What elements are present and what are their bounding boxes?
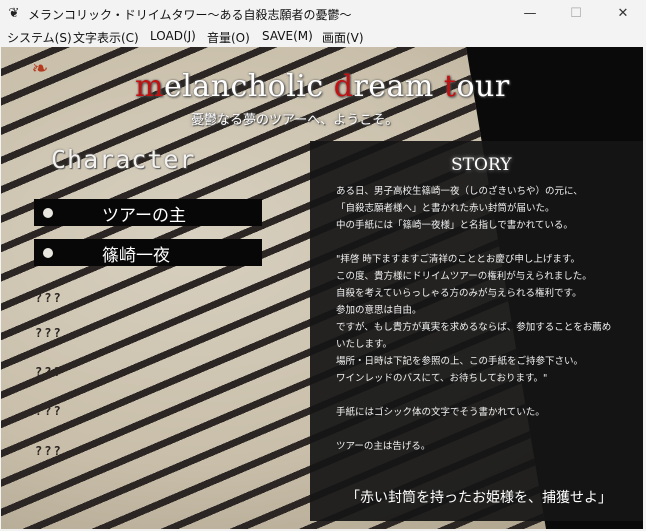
story-line: ツアーの主は告げる。 [336,441,431,452]
close-button[interactable]: ✕ [600,0,646,28]
story-line: いたします。 [336,339,393,350]
menu-load[interactable]: LOAD(J) [150,29,196,43]
menu-system[interactable]: システム(S) [7,29,72,46]
locked-character: ??? [35,444,63,458]
character-button-tour-host[interactable]: ツアーの主 [34,199,262,226]
story-line: 場所・日時は下記を参照の上、この手紙をご持参下さい。 [336,356,584,367]
game-title: melancholic dream tour [135,69,510,104]
game-subtitle: 憂鬱なる夢のツアーへ、ようこそ。 [191,113,399,128]
title-part: d [333,69,354,104]
title-part: ream [353,69,444,104]
story-line: ある日、男子高校生篠崎一夜（しのざきいちや）の元に、 [336,186,583,197]
menu-bar: システム(S) 文字表示(C) LOAD(J) 音量(O) SAVE(M) 画面… [0,28,646,47]
title-part: m [135,69,164,104]
title-part: our [456,69,510,104]
story-line: 「自殺志願者様へ」と書かれた赤い封筒が届いた。 [336,203,555,214]
butterfly-icon: ❦ [8,6,20,21]
menu-volume[interactable]: 音量(O) [207,29,250,46]
maximize-button[interactable]: ☐ [553,0,599,28]
story-line: 参加の意思は自由。 [336,305,422,316]
title-part: elancholic [163,69,334,104]
game-screen: ❧ melancholic dream tour 憂鬱なる夢のツアーへ、ようこそ… [1,47,643,529]
character-heading: Character [51,145,196,174]
menu-save[interactable]: SAVE(M) [262,29,313,43]
story-heading: STORY [451,155,512,175]
locked-character: ??? [35,404,63,418]
menu-text-display[interactable]: 文字表示(C) [73,29,139,46]
locked-character: ??? [35,291,63,305]
story-line: この度、貴方様にドリイムツアーの権利が与えられました。 [336,271,592,282]
story-line: 自殺を考えていらっしゃる方のみが与えられる権利です。 [336,288,582,299]
story-panel: STORY ある日、男子高校生篠崎一夜（しのざきいちや）の元に、 「自殺志願者様… [310,141,643,521]
locked-character: ??? [35,365,63,379]
character-label: 篠崎一夜 [102,246,170,266]
menu-screen[interactable]: 画面(V) [322,29,364,46]
locked-character: ??? [35,326,63,340]
bullet-icon [43,248,53,258]
story-line: ワインレッドのバスにて、お待ちしております。" [336,373,548,384]
title-part: t [443,69,457,104]
minimize-button[interactable]: — [507,0,553,28]
bullet-icon [43,208,53,218]
story-line: ですが、もし貴方が真実を求めるならば、参加することをお薦め [336,322,612,333]
story-line: "拝啓 時下ますますご清祥のこととお慶び申し上げます。 [336,254,580,265]
ornament-icon: ❧ [31,56,49,80]
window-title: メランコリック・ドリイムタワー〜ある自殺志願者の憂鬱〜 [28,8,352,22]
title-bar: ❦ メランコリック・ドリイムタワー〜ある自殺志願者の憂鬱〜 — ☐ ✕ [0,0,646,28]
story-tagline: 「赤い封筒を持ったお姫様を、捕獲せよ」 [346,490,612,506]
story-line: 中の手紙には「篠崎一夜様」と名指しで書かれている。 [336,220,573,231]
character-label: ツアーの主 [102,206,186,226]
character-button-ichiya[interactable]: 篠崎一夜 [34,239,262,266]
story-line: 手紙にはゴシック体の文字でそう書かれていた。 [336,407,545,418]
